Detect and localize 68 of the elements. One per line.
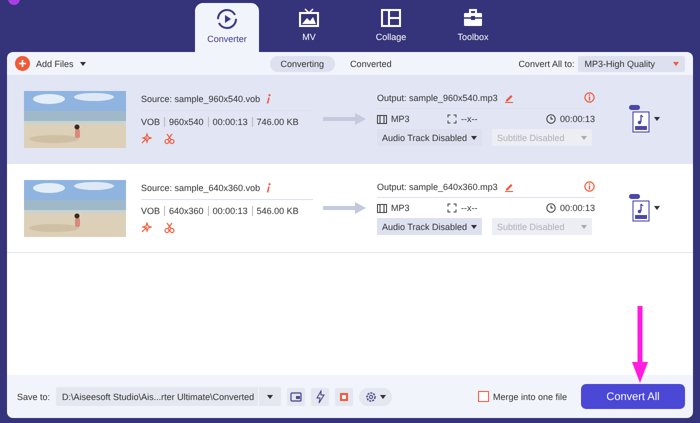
clock-icon [546, 114, 556, 124]
arrow-icon [323, 112, 367, 126]
plus-icon [18, 59, 27, 68]
merge-label: Merge into one file [492, 392, 567, 402]
duration-text: 00:00:13 [208, 206, 252, 216]
output-format-button[interactable] [629, 105, 660, 133]
format-text: VOB [141, 117, 162, 127]
resolution-text: 960x540 [164, 117, 208, 127]
gear-icon [365, 390, 378, 402]
resolution-text: 640x360 [164, 206, 208, 216]
format-dropdown[interactable]: MP3-High Quality [578, 56, 685, 72]
save-to-label: Save to: [17, 392, 50, 402]
pencil-icon[interactable] [504, 92, 514, 102]
audio-track-dropdown[interactable]: Audio Track Disabled [377, 129, 482, 146]
output-duration-text: 00:00:13 [560, 203, 595, 213]
magic-wand-icon[interactable] [141, 133, 152, 144]
convert-icon [216, 8, 238, 30]
film-icon [377, 204, 387, 212]
nav-tab[interactable]: Converter [195, 3, 259, 52]
source-file-name: Source: sample_960x540.vob [141, 94, 260, 104]
save-path-dropdown[interactable]: D:\Aiseesoft Studio\Ais...rter Ultimate\Converted [56, 387, 282, 406]
audio-file-icon [629, 194, 651, 222]
folder-icon[interactable] [287, 388, 306, 406]
nav-tab[interactable]: Toolbox [441, 3, 505, 52]
nav-tab[interactable]: Collage [359, 3, 423, 52]
info-icon[interactable] [266, 94, 272, 104]
info-icon[interactable] [584, 181, 595, 192]
duration-text: 00:00:13 [208, 117, 252, 127]
output-file-name: Output: sample_960x540.mp3 [377, 92, 498, 102]
size-text: 746.00 KB [252, 117, 303, 127]
expand-icon [447, 114, 457, 124]
layout-icon [380, 8, 402, 28]
scissors-icon[interactable] [164, 222, 175, 233]
toolbox-icon [462, 8, 484, 28]
output-format-text: MP3 [391, 114, 410, 124]
film-icon [377, 114, 387, 124]
file-row[interactable]: Source: sample_640x360.vob VOB 640x360 00:00:13 546.00 KB Output: sample_640x360.mp3 MP3 --x-- 00:00:13 Audio Track Disabled Subtitle Disabled [7, 164, 693, 253]
convert-all-button[interactable]: Convert All [581, 384, 685, 409]
output-duration-text: 00:00:13 [560, 114, 595, 124]
convert-all-label: Convert All to: [518, 58, 574, 68]
info-icon[interactable] [584, 92, 595, 103]
nav-tab[interactable]: MV [277, 3, 341, 52]
audio-track-dropdown[interactable]: Audio Track Disabled [377, 218, 482, 235]
size-text: 546.00 KB [252, 206, 303, 216]
source-file-name: Source: sample_640x360.vob [141, 183, 260, 193]
lightning-icon[interactable] [311, 388, 330, 406]
status-tab[interactable]: Converted [339, 56, 403, 72]
clock-icon [546, 203, 556, 213]
settings-button[interactable] [359, 388, 392, 406]
output-format-text: MP3 [391, 203, 410, 213]
output-resolution-text: --x-- [461, 114, 478, 124]
scissors-icon[interactable] [164, 133, 175, 144]
audio-file-icon [629, 105, 651, 133]
output-format-button[interactable] [629, 194, 660, 222]
magic-wand-icon[interactable] [141, 222, 152, 233]
arrow-icon [323, 201, 367, 215]
pencil-icon[interactable] [504, 182, 514, 192]
tv-icon [298, 8, 320, 28]
info-icon[interactable] [266, 183, 272, 193]
merge-checkbox[interactable] [478, 391, 489, 402]
expand-icon [447, 203, 457, 213]
output-resolution-text: --x-- [461, 203, 478, 213]
file-row[interactable]: Source: sample_960x540.vob VOB 960x540 00:00:13 746.00 KB Output: sample_960x540.mp3 MP3 --x-- 00:00:13 Audio Track Disabled Subtitle Disabled [7, 75, 693, 164]
add-files-button[interactable]: Add Files [15, 56, 86, 71]
output-file-name: Output: sample_640x360.mp3 [377, 182, 498, 192]
chip-icon[interactable] [335, 388, 354, 406]
format-text: VOB [141, 206, 162, 216]
status-tab[interactable]: Converting [270, 56, 336, 72]
